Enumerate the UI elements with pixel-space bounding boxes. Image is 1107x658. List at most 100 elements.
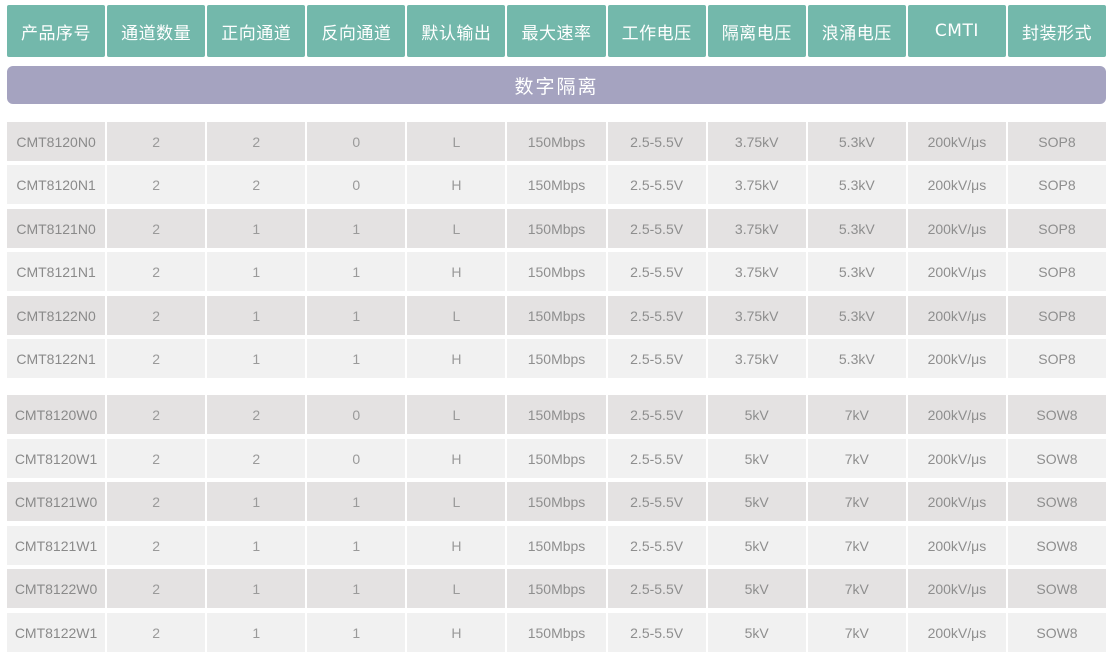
cell-reverse-channels: 1 [307,482,406,521]
cell-max-rate: 150Mbps [507,252,606,291]
cell-operating-voltage: 2.5-5.5V [607,252,706,291]
cell-max-rate: 150Mbps [507,209,606,248]
cell-channel-count: 2 [107,209,206,248]
cell-default-output: H [407,339,506,378]
table-header-row: 产品序号 通道数量 正向通道 反向通道 默认输出 最大速率 工作电压 隔离电压 … [7,5,1107,57]
cell-isolation-voltage: 5kV [707,526,806,565]
cell-isolation-voltage: 3.75kV [707,122,806,161]
cell-reverse-channels: 1 [307,209,406,248]
cell-operating-voltage: 2.5-5.5V [607,165,706,204]
cell-package: SOP8 [1007,339,1107,378]
cell-surge-voltage: 7kV [807,395,906,434]
cell-default-output: H [407,439,506,478]
cell-channel-count: 2 [107,296,206,335]
cell-channel-count: 2 [107,613,206,652]
cell-default-output: L [407,569,506,608]
cell-operating-voltage: 2.5-5.5V [607,482,706,521]
cell-cmti: 200kV/μs [907,482,1006,521]
cell-max-rate: 150Mbps [507,526,606,565]
cell-isolation-voltage: 3.75kV [707,165,806,204]
cell-cmti: 200kV/μs [907,296,1006,335]
cell-product-number: CMT8121N0 [7,209,106,248]
cell-cmti: 200kV/μs [907,209,1006,248]
cell-surge-voltage: 5.3kV [807,252,906,291]
cell-product-number: CMT8121W0 [7,482,106,521]
table-row: CMT8122W1 2 1 1 H 150Mbps 2.5-5.5V 5kV 7kV 200kV/… [7,613,1107,652]
header-reverse-channels: 反向通道 [307,5,406,57]
cell-cmti: 200kV/μs [907,439,1006,478]
cell-reverse-channels: 0 [307,122,406,161]
cell-isolation-voltage: 5kV [707,395,806,434]
cell-isolation-voltage: 3.75kV [707,339,806,378]
cell-operating-voltage: 2.5-5.5V [607,613,706,652]
cell-package: SOW8 [1007,569,1107,608]
cell-isolation-voltage: 5kV [707,482,806,521]
header-max-rate: 最大速率 [507,5,606,57]
header-default-output: 默认输出 [407,5,506,57]
cell-forward-channels: 1 [207,613,306,652]
cell-surge-voltage: 7kV [807,569,906,608]
cell-isolation-voltage: 5kV [707,613,806,652]
cell-operating-voltage: 2.5-5.5V [607,209,706,248]
cell-product-number: CMT8120W0 [7,395,106,434]
table-row: CMT8122N1 2 1 1 H 150Mbps 2.5-5.5V 3.75kV 5.3kV 2… [7,339,1107,378]
cell-product-number: CMT8122W1 [7,613,106,652]
cell-package: SOP8 [1007,296,1107,335]
cell-package: SOP8 [1007,165,1107,204]
cell-max-rate: 150Mbps [507,395,606,434]
cell-channel-count: 2 [107,339,206,378]
cell-surge-voltage: 7kV [807,526,906,565]
cell-package: SOW8 [1007,482,1107,521]
cell-cmti: 200kV/μs [907,526,1006,565]
table-row: CMT8120W0 2 2 0 L 150Mbps 2.5-5.5V 5kV 7kV 200kV/… [7,395,1107,434]
cell-surge-voltage: 5.3kV [807,122,906,161]
header-channel-count: 通道数量 [107,5,206,57]
cell-default-output: L [407,395,506,434]
cell-channel-count: 2 [107,526,206,565]
cell-max-rate: 150Mbps [507,439,606,478]
cell-cmti: 200kV/μs [907,339,1006,378]
cell-reverse-channels: 0 [307,395,406,434]
cell-surge-voltage: 5.3kV [807,209,906,248]
cell-operating-voltage: 2.5-5.5V [607,395,706,434]
cell-channel-count: 2 [107,569,206,608]
cell-isolation-voltage: 3.75kV [707,252,806,291]
cell-forward-channels: 2 [207,439,306,478]
cell-channel-count: 2 [107,165,206,204]
cell-max-rate: 150Mbps [507,569,606,608]
cell-package: SOW8 [1007,395,1107,434]
cell-isolation-voltage: 3.75kV [707,209,806,248]
cell-reverse-channels: 1 [307,296,406,335]
cell-max-rate: 150Mbps [507,165,606,204]
table-row: CMT8120N0 2 2 0 L 150Mbps 2.5-5.5V 3.75kV 5.3kV 2… [7,122,1107,161]
cell-default-output: L [407,296,506,335]
cell-default-output: H [407,165,506,204]
cell-operating-voltage: 2.5-5.5V [607,122,706,161]
cell-surge-voltage: 5.3kV [807,165,906,204]
cell-package: SOP8 [1007,209,1107,248]
cell-operating-voltage: 2.5-5.5V [607,569,706,608]
cell-default-output: L [407,482,506,521]
cell-operating-voltage: 2.5-5.5V [607,526,706,565]
cell-forward-channels: 1 [207,296,306,335]
cell-isolation-voltage: 5kV [707,439,806,478]
cell-max-rate: 150Mbps [507,613,606,652]
cell-default-output: L [407,122,506,161]
table-row: CMT8121N0 2 1 1 L 150Mbps 2.5-5.5V 3.75kV 5.3kV 2… [7,209,1107,248]
cell-operating-voltage: 2.5-5.5V [607,339,706,378]
cell-product-number: CMT8122N0 [7,296,106,335]
header-forward-channels: 正向通道 [207,5,306,57]
cell-channel-count: 2 [107,122,206,161]
cell-surge-voltage: 5.3kV [807,296,906,335]
cell-channel-count: 2 [107,252,206,291]
cell-product-number: CMT8120N1 [7,165,106,204]
header-cmti: CMTI [907,5,1006,57]
cell-forward-channels: 2 [207,122,306,161]
cell-package: SOP8 [1007,122,1107,161]
cell-max-rate: 150Mbps [507,296,606,335]
cell-reverse-channels: 0 [307,439,406,478]
cell-reverse-channels: 0 [307,165,406,204]
cell-product-number: CMT8120W1 [7,439,106,478]
cell-forward-channels: 1 [207,482,306,521]
cell-default-output: H [407,526,506,565]
